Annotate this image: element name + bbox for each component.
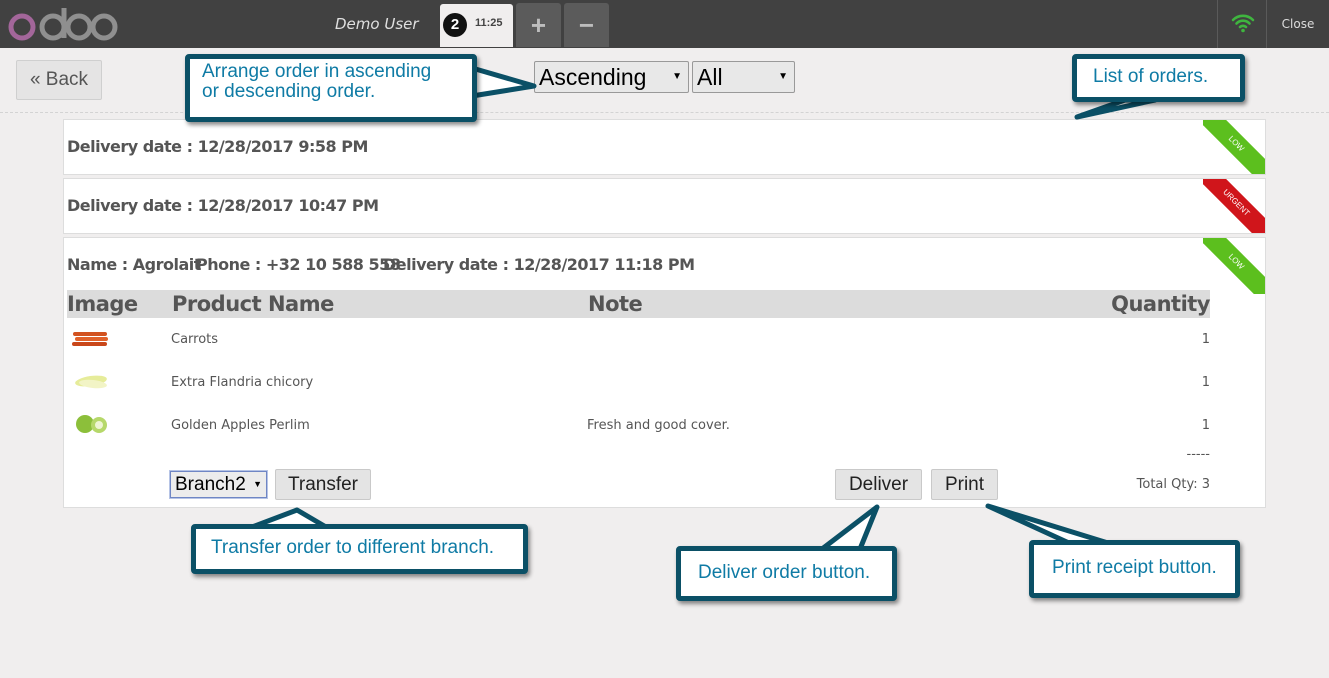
product-qty: 1 bbox=[1201, 332, 1210, 347]
callout-text: Transfer order to different branch. bbox=[211, 537, 495, 558]
top-bar: Demo User 2 11:25 + − Close bbox=[0, 0, 1329, 48]
current-user: Demo User bbox=[335, 15, 419, 33]
back-button[interactable]: « Back bbox=[16, 60, 102, 100]
connection-status bbox=[1217, 0, 1267, 48]
priority-ribbon: URGENT bbox=[1203, 179, 1265, 233]
chevron-down-icon: ▼ bbox=[778, 71, 788, 82]
order-time: 11:25 bbox=[475, 17, 503, 29]
transfer-button[interactable]: Transfer bbox=[275, 469, 371, 500]
callout-transfer: Transfer order to different branch. bbox=[191, 524, 528, 574]
filter-value: All bbox=[697, 64, 723, 90]
order-tab[interactable]: 2 11:25 bbox=[440, 4, 513, 47]
chevron-down-icon: ▼ bbox=[253, 479, 262, 489]
odoo-logo bbox=[8, 8, 118, 41]
branch-select[interactable]: Branch2 ▼ bbox=[170, 471, 267, 498]
branch-value: Branch2 bbox=[175, 474, 246, 495]
callout-sort-order: Arrange order in ascending or descending… bbox=[185, 54, 477, 122]
order-lines-header: Image Product Name Note Quantity bbox=[67, 290, 1210, 318]
deliver-button[interactable]: Deliver bbox=[835, 469, 922, 500]
product-qty: 1 bbox=[1201, 418, 1210, 433]
priority-label: URGENT bbox=[1203, 179, 1265, 233]
callout-print: Print receipt button. bbox=[1029, 540, 1240, 598]
product-name: Carrots bbox=[171, 332, 219, 347]
column-header-note: Note bbox=[588, 292, 643, 316]
print-button[interactable]: Print bbox=[931, 469, 998, 500]
priority-ribbon: LOW bbox=[1203, 238, 1265, 294]
sort-order-select[interactable]: Ascending ▼ bbox=[534, 61, 689, 93]
product-name: Extra Flandria chicory bbox=[171, 375, 314, 390]
callout-deliver: Deliver order button. bbox=[676, 546, 897, 601]
total-quantity: Total Qty: 3 bbox=[1136, 477, 1210, 492]
wifi-icon bbox=[1231, 14, 1255, 33]
delivery-date: Delivery date : 12/28/2017 10:47 PM bbox=[67, 196, 379, 215]
callout-text: or descending order. bbox=[202, 81, 376, 102]
customer-name: Name : Agrolait bbox=[67, 255, 201, 274]
priority-ribbon: LOW bbox=[1203, 120, 1265, 174]
filter-select[interactable]: All ▼ bbox=[692, 61, 795, 93]
priority-label: LOW bbox=[1203, 238, 1265, 294]
chicory-image bbox=[75, 375, 107, 389]
product-note: Fresh and good cover. bbox=[587, 418, 730, 433]
product-name: Golden Apples Perlim bbox=[171, 418, 310, 433]
order-card-expanded[interactable]: Name : Agrolait Phone : +32 10 588 558 D… bbox=[63, 237, 1266, 508]
remove-order-button[interactable]: − bbox=[564, 3, 609, 47]
delivery-date: Delivery date : 12/28/2017 9:58 PM bbox=[67, 137, 368, 156]
column-header-product: Product Name bbox=[172, 292, 334, 316]
callout-list-of-orders: List of orders. bbox=[1072, 54, 1245, 102]
order-card[interactable]: Delivery date : 12/28/2017 10:47 PM URGE… bbox=[63, 178, 1266, 234]
callout-text: List of orders. bbox=[1093, 66, 1209, 87]
chevron-down-icon: ▼ bbox=[672, 71, 682, 82]
priority-label: LOW bbox=[1203, 120, 1265, 174]
qty-separator: ----- bbox=[1186, 447, 1210, 462]
apples-image bbox=[76, 415, 107, 433]
callout-text: Arrange order in ascending bbox=[202, 61, 432, 82]
customer-phone: Phone : +32 10 588 558 bbox=[196, 255, 401, 274]
callout-text: Print receipt button. bbox=[1052, 557, 1217, 578]
delivery-date: Delivery date : 12/28/2017 11:18 PM bbox=[383, 255, 695, 274]
carrots-image bbox=[72, 332, 108, 346]
column-header-quantity: Quantity bbox=[1111, 292, 1210, 316]
order-number-badge: 2 bbox=[443, 13, 467, 37]
callout-text: Deliver order button. bbox=[698, 562, 871, 583]
order-card[interactable]: Delivery date : 12/28/2017 9:58 PM LOW bbox=[63, 119, 1266, 175]
close-button[interactable]: Close bbox=[1268, 17, 1328, 31]
add-order-button[interactable]: + bbox=[516, 3, 561, 47]
sort-order-value: Ascending bbox=[539, 64, 647, 90]
product-qty: 1 bbox=[1201, 375, 1210, 390]
column-header-image: Image bbox=[67, 292, 138, 316]
